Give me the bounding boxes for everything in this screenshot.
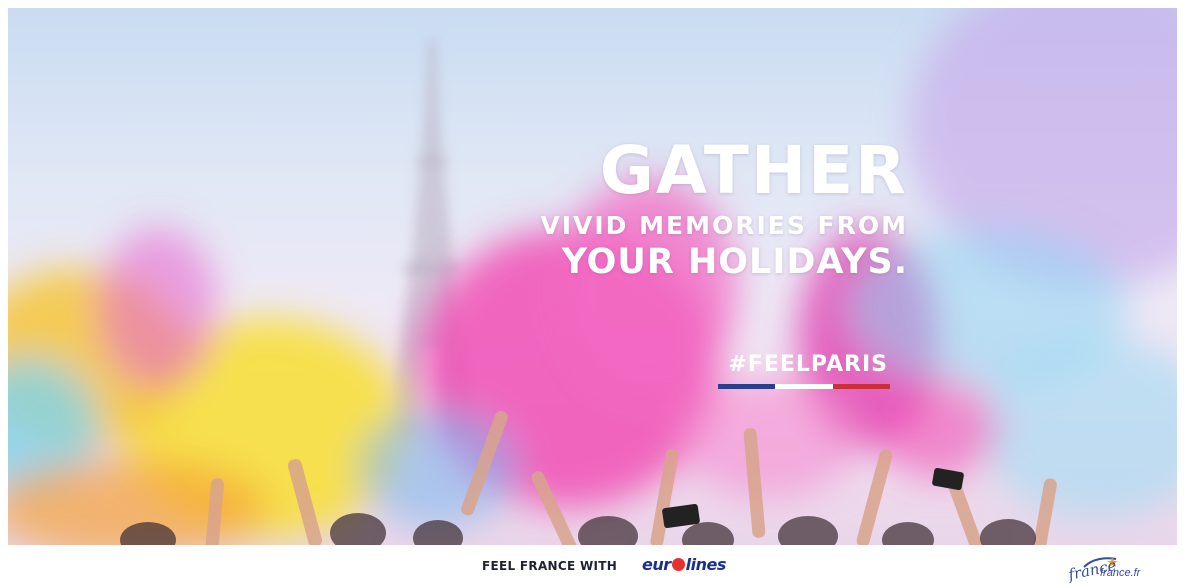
french-flag-bar [718,384,890,389]
flag-blue-stripe [718,384,776,389]
eurolines-logo[interactable]: eur lines [642,555,726,574]
headline-line-2: VIVID MEMORIES FROM [540,211,908,240]
headline-line-1: GATHER [599,132,908,209]
france-domain-text: france.fr [1100,567,1141,579]
headline-line-3: YOUR HOLIDAYS. [561,242,908,282]
flag-white-stripe [775,384,833,389]
eurolines-logo-circle-icon [671,558,685,571]
headline: GATHER VIVID MEMORIES FROM YOUR HOLIDAYS… [488,132,908,283]
flag-red-stripe [832,384,890,389]
ad-banner: GATHER VIVID MEMORIES FROM YOUR HOLIDAYS… [0,0,1185,587]
hero-photo: GATHER VIVID MEMORIES FROM YOUR HOLIDAYS… [8,8,1177,545]
hashtag[interactable]: #FEELPARIS [708,352,888,377]
footer-tagline: FEEL FRANCE WITH [482,559,618,573]
france-fr-logo[interactable]: france france.fr [1067,555,1178,585]
